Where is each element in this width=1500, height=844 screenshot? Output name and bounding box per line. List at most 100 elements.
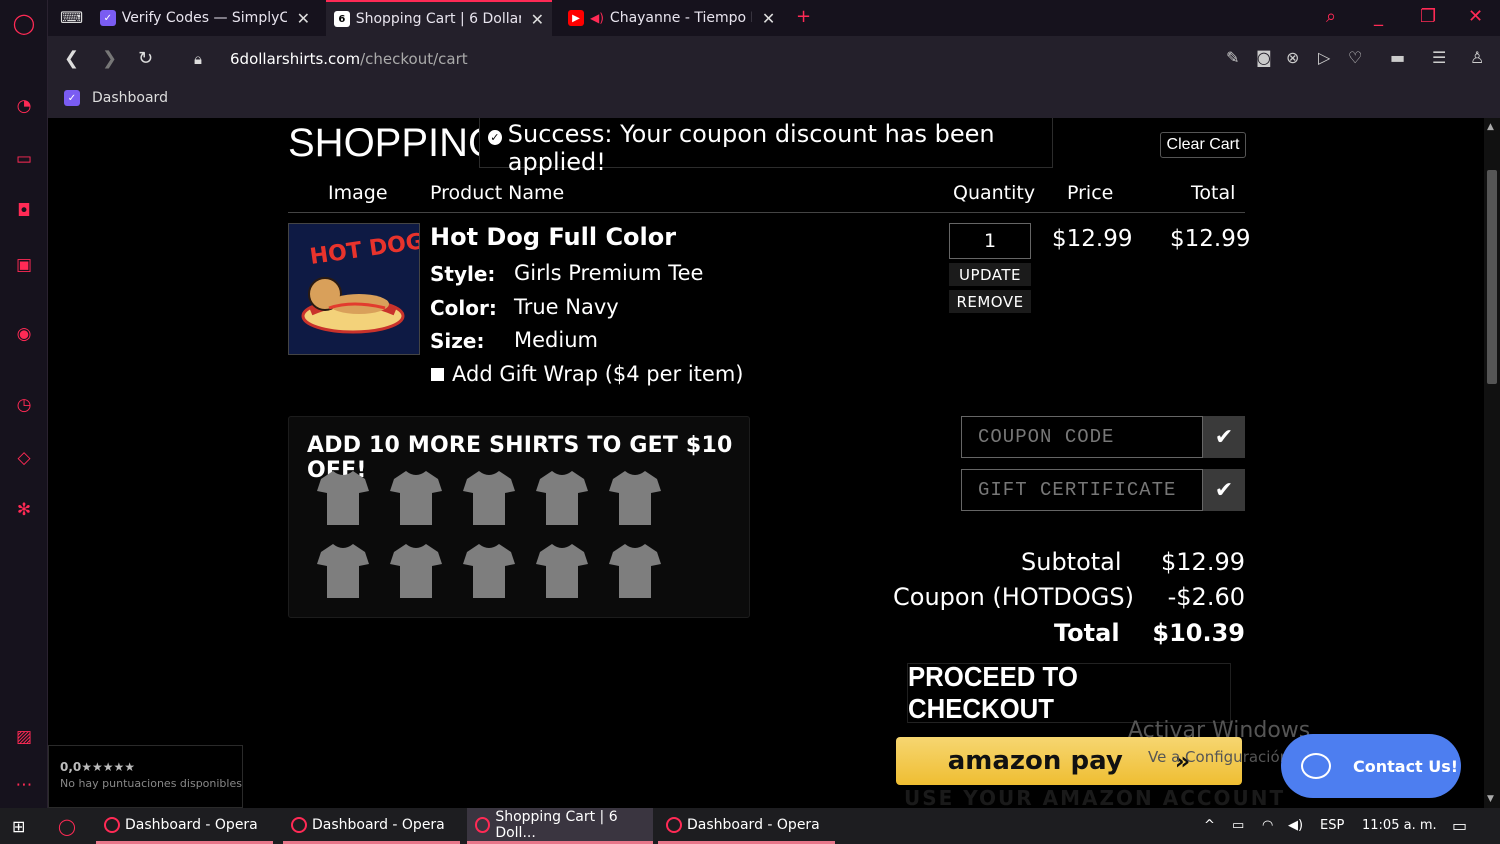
back-icon[interactable]: ❮ — [64, 48, 79, 69]
product-name[interactable]: Hot Dog Full Color — [430, 223, 676, 251]
empty-shirt-slot-icon[interactable] — [536, 542, 588, 598]
tab-shopping-cart[interactable]: 6 Shopping Cart | 6 Dollar Shirts ✕ — [326, 0, 552, 36]
empty-shirt-slot-icon[interactable] — [609, 542, 661, 598]
contact-us-button[interactable]: Contact Us! — [1281, 734, 1461, 798]
coupon-label: Coupon (HOTDOGS) — [893, 583, 1134, 611]
check-circle-icon: ✓ — [488, 130, 502, 145]
taskbar-app[interactable]: Dashboard - Opera — [658, 808, 835, 844]
gallery-icon[interactable]: ▨ — [12, 725, 36, 749]
wifi-icon[interactable]: ◠ — [1262, 818, 1273, 833]
empty-shirt-slot-icon[interactable] — [317, 469, 369, 525]
empty-shirt-slot-icon[interactable] — [536, 469, 588, 525]
twitch-icon[interactable]: ◘ — [12, 199, 36, 223]
gift-certificate-input[interactable]: GIFT CERTIFICATE — [961, 469, 1203, 511]
heart-icon[interactable]: ♡ — [1348, 48, 1362, 67]
taskbar-app[interactable]: Dashboard - Opera — [283, 808, 460, 844]
amazon-pay-subtitle: USE YOUR AMAZON ACCOUNT — [904, 786, 1286, 808]
taskbar-app-active[interactable]: Shopping Cart | 6 Doll... — [467, 808, 653, 844]
url-field[interactable]: 6dollarshirts.com/checkout/cart — [230, 50, 468, 68]
clock[interactable]: 11:05 a. m. — [1362, 818, 1437, 833]
empty-shirt-slot-icon[interactable] — [463, 542, 515, 598]
search-tabs-icon[interactable]: ⌕ — [1326, 6, 1336, 27]
notifications-icon[interactable]: ▭ — [1452, 816, 1467, 835]
empty-shirt-slot-icon[interactable] — [390, 469, 442, 525]
page-scrollbar[interactable]: ▲ ▼ — [1484, 118, 1500, 808]
edit-icon[interactable]: ✎ — [1226, 48, 1239, 67]
tab-title: Shopping Cart | 6 Dollar Shirts — [355, 11, 521, 27]
contact-us-label: Contact Us! — [1353, 756, 1459, 776]
more-icon[interactable]: ⋯ — [12, 773, 36, 797]
profile-icon[interactable]: ♙ — [1470, 48, 1484, 67]
proceed-to-checkout-button[interactable]: PROCEED TO CHECKOUT — [907, 661, 1231, 724]
windows-start-icon[interactable]: ⊞ — [12, 817, 25, 836]
empty-shirt-slot-icon[interactable] — [390, 542, 442, 598]
player-icon[interactable]: ◉ — [12, 322, 36, 346]
item-price: $12.99 — [1052, 226, 1133, 252]
tab-youtube[interactable]: ▶ ◀) Chayanne - Tiempo De Vals ✕ — [560, 0, 786, 36]
minimize-icon[interactable]: _ — [1374, 6, 1383, 27]
total-value: $10.39 — [1152, 619, 1245, 647]
apply-coupon-check-icon[interactable]: ✔ — [1203, 416, 1245, 458]
product-image[interactable]: HOT DOG! — [288, 223, 420, 355]
col-quantity: Quantity — [953, 182, 1036, 204]
opera-icon — [475, 816, 491, 833]
clear-cart-button[interactable]: Clear Cart — [1160, 132, 1246, 158]
battery-saver-icon[interactable]: ▬ — [1390, 48, 1405, 67]
quantity-input[interactable]: 1 — [949, 223, 1031, 259]
language-indicator[interactable]: ESP — [1320, 818, 1344, 833]
opera-icon — [291, 816, 307, 833]
reload-icon[interactable]: ↻ — [138, 48, 153, 69]
messenger-icon[interactable]: ▣ — [12, 253, 36, 277]
header-divider — [288, 212, 1245, 213]
empty-shirt-slot-icon[interactable] — [317, 542, 369, 598]
close-tab-icon[interactable]: ✕ — [531, 10, 544, 29]
send-icon[interactable]: ▷ — [1318, 48, 1330, 67]
shopping-bag-icon[interactable]: ▭ — [12, 147, 36, 171]
size-label: Size: — [430, 329, 485, 353]
close-tab-icon[interactable]: ✕ — [297, 9, 310, 28]
scroll-thumb[interactable] — [1487, 170, 1497, 384]
scroll-down-icon[interactable]: ▼ — [1487, 794, 1494, 804]
speaker-icon[interactable]: ◀) — [590, 11, 604, 25]
close-tab-icon[interactable]: ✕ — [762, 9, 775, 28]
empty-shirt-slot-icon[interactable] — [463, 469, 515, 525]
forward-icon[interactable]: ❯ — [102, 48, 117, 69]
battery-icon[interactable]: ▭ — [1232, 818, 1244, 833]
chevron-up-icon[interactable]: ^ — [1204, 818, 1215, 833]
close-window-icon[interactable]: ✕ — [1468, 6, 1483, 27]
easy-setup-icon[interactable]: ☰ — [1432, 48, 1446, 67]
extensions-icon[interactable]: ◇ — [12, 446, 36, 470]
volume-icon[interactable]: ◀) — [1288, 818, 1303, 833]
restore-icon[interactable]: ❐ — [1420, 6, 1436, 27]
gift-wrap-option[interactable]: Add Gift Wrap ($4 per item) — [430, 362, 744, 386]
toast-message: Success: Your coupon discount has been a… — [507, 120, 995, 176]
apply-gift-check-icon[interactable]: ✔ — [1203, 469, 1245, 511]
speed-dial-icon[interactable]: ◔ — [12, 94, 36, 118]
opera-logo-icon[interactable]: ◯ — [12, 11, 36, 35]
rating-widget[interactable]: 0,0★★★★★ No hay puntuaciones disponibles — [48, 745, 243, 808]
amazon-pay-label: amazon pay — [947, 746, 1123, 776]
gx-control-icon[interactable]: ⌨ — [60, 8, 83, 27]
taskbar-app-label: Dashboard - Opera — [687, 816, 820, 833]
tab-simplycodes[interactable]: ✓ Verify Codes — SimplyCodes ✕ — [92, 0, 318, 36]
history-icon[interactable]: ◷ — [12, 393, 36, 417]
lock-icon[interactable]: 🔒︎ — [194, 50, 202, 68]
scroll-up-icon[interactable]: ▲ — [1487, 122, 1494, 132]
opera-taskbar-icon[interactable]: ◯ — [58, 817, 76, 836]
settings-icon[interactable]: ✻ — [12, 498, 36, 522]
gift-wrap-checkbox[interactable] — [431, 367, 444, 381]
coupon-code-input[interactable]: COUPON CODE — [961, 416, 1203, 458]
taskbar-app[interactable]: Dashboard - Opera — [96, 808, 273, 844]
new-tab-icon[interactable]: + — [796, 6, 811, 27]
6dollarshirts-favicon-icon: 6 — [334, 11, 350, 27]
remove-button[interactable]: REMOVE — [949, 290, 1031, 313]
color-label: Color: — [430, 296, 497, 320]
update-button[interactable]: UPDATE — [949, 263, 1031, 286]
adblock-icon[interactable]: ⊗ — [1286, 48, 1299, 67]
col-total: Total — [1191, 182, 1236, 204]
camera-icon[interactable]: ◙ — [1256, 48, 1272, 67]
empty-shirt-slot-icon[interactable] — [609, 469, 661, 525]
success-toast: ✓ Success: Your coupon discount has been… — [479, 118, 1053, 176]
tab-bar: ⌨ ✓ Verify Codes — SimplyCodes ✕ 6 Shopp… — [48, 0, 1500, 36]
bookmark-dashboard[interactable]: ✓ Dashboard — [64, 90, 168, 106]
